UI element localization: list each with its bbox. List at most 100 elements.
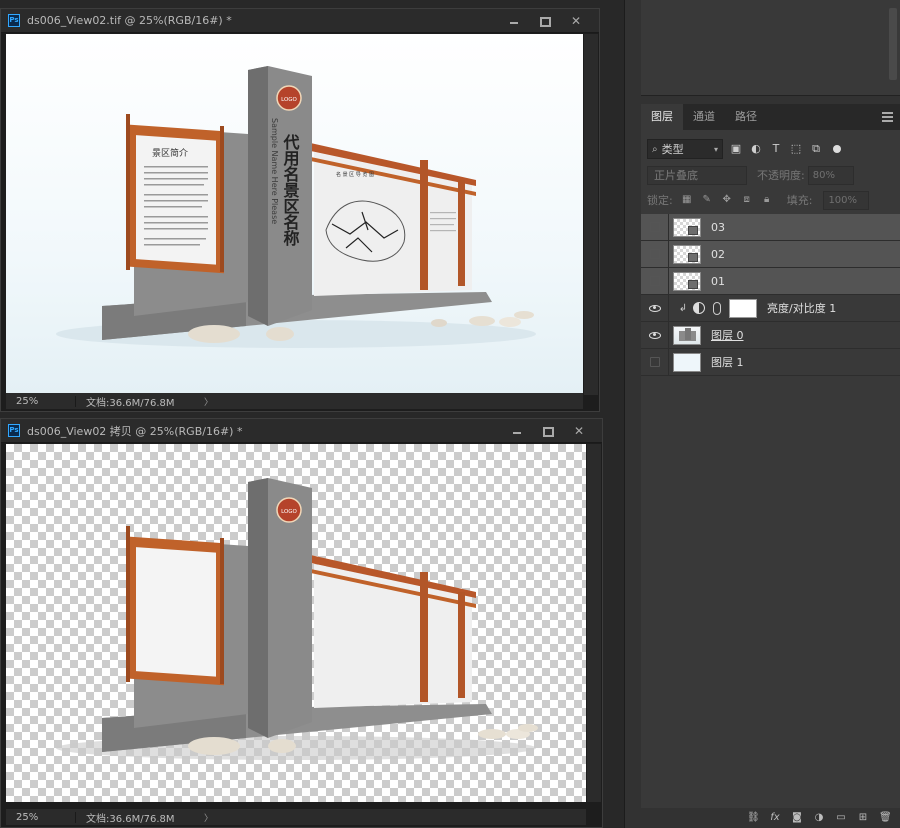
lock-image-icon[interactable]: ✎ [701,194,713,206]
tab-paths[interactable]: 路径 [725,104,767,130]
shape-filter-icon[interactable]: ⬚ [789,142,803,156]
clipping-arrow-icon: ↲ [678,302,688,314]
visibility-toggle[interactable] [641,240,669,268]
layer-name[interactable]: 03 [711,221,725,234]
visibility-toggle[interactable] [641,267,669,295]
link-icon[interactable] [713,301,721,315]
right-panel-dock: 图层 通道 路径 ⌕ 类型 ▾ ▣ ◐ T ⬚ ⧉ 正片叠底 不透明度: 80%… [624,0,900,828]
search-icon: ⌕ [652,143,658,155]
mask-icon[interactable]: ◙ [791,812,803,824]
close-button[interactable]: ✕ [567,13,585,29]
layer-name[interactable]: 02 [711,248,725,261]
lock-artboard-icon[interactable]: ⧈ [741,194,753,206]
vertical-scrollbar[interactable] [584,34,598,395]
canvas[interactable]: 景区简介 名 景 区 导 览 图 LOGO 代用名景区名称 Sample Nam… [6,34,583,395]
layer-name[interactable]: 01 [711,275,725,288]
document-window-1[interactable]: Ps ds006_View02.tif @ 25%(RGB/16#) * ✕ 景… [0,8,600,412]
new-layer-icon[interactable]: ⊞ [857,812,869,824]
visibility-toggle[interactable] [641,321,669,349]
layer-list: 03 02 01 ↲ 亮度/对比度 1 图层 0 图层 1 [641,213,900,376]
document-window-2[interactable]: Ps ds006_View02 拷贝 @ 25%(RGB/16#) * ✕ LO… [0,418,603,828]
layer-name[interactable]: 亮度/对比度 1 [767,300,836,316]
document-size: 文档:36.6M/76.8M [86,813,175,825]
close-button[interactable]: ✕ [570,423,588,439]
left-board-title: 景区简介 [152,147,188,159]
lock-transparent-icon[interactable]: ▦ [681,194,693,206]
layer-thumbnail [673,244,701,264]
visibility-toggle[interactable] [641,213,669,241]
layer-thumbnail [673,271,701,291]
fill-label: 填充: [786,194,813,207]
adjustment-filter-icon[interactable]: ◐ [749,142,763,156]
panel-menu-icon[interactable] [882,112,893,122]
adjustment-icon[interactable]: ◑ [813,812,825,824]
document-tab-1[interactable]: Ps ds006_View02.tif @ 25%(RGB/16#) * ✕ [1,9,599,33]
trash-icon[interactable]: 🗑︎ [879,812,892,824]
document-title: ds006_View02 拷贝 @ 25%(RGB/16#) * [27,424,243,438]
layer-thumbnail [673,352,701,372]
logo-text: LOGO [281,509,297,515]
fill-value: 100% [828,194,858,206]
tab-layers[interactable]: 图层 [641,104,683,130]
layer-row[interactable]: 图层 0 [641,321,900,349]
layer-row[interactable]: 02 [641,240,900,268]
photoshop-icon: Ps [8,14,20,27]
minimize-button[interactable] [508,423,526,439]
layer-row[interactable]: 03 [641,213,900,241]
document-size: 文档:36.6M/76.8M [86,397,175,409]
layer-row[interactable]: 01 [641,267,900,295]
signboard-cutout: LOGO [56,478,538,760]
maximize-button[interactable] [536,13,554,29]
opacity-label: 不透明度: [757,169,805,182]
opacity-value: 80% [812,169,835,181]
lock-all-icon[interactable]: 🔒︎ [761,194,773,206]
vertical-title: 代用名景区名称 [281,133,301,247]
blend-mode-value: 正片叠底 [654,169,698,182]
filter-toggle-icon[interactable] [833,145,841,153]
visibility-toggle[interactable] [641,294,669,322]
photoshop-icon: Ps [8,424,20,437]
eye-off-icon [649,222,660,232]
status-menu-arrow-icon[interactable]: 〉 [204,811,213,824]
fx-icon[interactable]: fx [769,812,781,824]
opacity-input[interactable]: 80% [807,165,854,185]
smart-object-badge-icon [688,252,698,262]
smart-object-badge-icon [688,279,698,289]
type-filter-icon[interactable]: T [769,142,783,156]
filter-kind-select[interactable]: ⌕ 类型 ▾ [647,139,723,159]
vertical-scrollbar[interactable] [587,444,601,802]
link-icon[interactable]: ⛓︎ [747,812,760,824]
pixel-filter-icon[interactable]: ▣ [729,142,743,156]
canvas[interactable]: LOGO [6,444,586,802]
document-title: ds006_View02.tif @ 25%(RGB/16#) * [27,14,232,27]
minimize-button[interactable] [505,13,523,29]
smart-object-filter-icon[interactable]: ⧉ [809,142,823,156]
folder-icon[interactable]: ▭ [835,812,847,824]
status-bar: 25% 文档:36.6M/76.8M 〉 [6,393,583,409]
status-menu-arrow-icon[interactable]: 〉 [204,395,213,408]
layer-row[interactable]: ↲ 亮度/对比度 1 [641,294,900,322]
tab-channels[interactable]: 通道 [683,104,725,130]
lock-row: 锁定: ▦ ✎ ✥ ⧈ 🔒︎ 填充: 100% [647,190,897,210]
layer-name[interactable]: 图层 0 [711,327,744,343]
upper-panel-scrollbar[interactable] [889,8,897,80]
chevron-down-icon: ▾ [713,144,718,154]
lock-label: 锁定: [647,194,673,207]
visibility-toggle[interactable] [641,348,669,376]
signboard-render: 景区简介 名 景 区 导 览 图 LOGO 代用名景区名称 Sample Nam… [56,66,536,348]
blend-mode-select[interactable]: 正片叠底 [647,165,747,185]
lock-position-icon[interactable]: ✥ [721,194,733,206]
filter-kind-value: 类型 [661,143,684,156]
fill-input[interactable]: 100% [823,190,870,210]
layer-row[interactable]: 图层 1 [641,348,900,376]
layer-mask-thumbnail[interactable] [729,298,757,318]
zoom-level[interactable]: 25% [6,395,76,407]
zoom-level[interactable]: 25% [6,811,76,823]
document-tab-2[interactable]: Ps ds006_View02 拷贝 @ 25%(RGB/16#) * ✕ [1,419,602,443]
map-title: 名 景 区 导 览 图 [336,171,374,178]
layer-name[interactable]: 图层 1 [711,354,744,370]
maximize-button[interactable] [539,423,557,439]
layer-thumbnail [673,325,701,345]
upper-panel [641,0,900,96]
layers-panel-footer: ⛓︎ fx ◙ ◑ ▭ ⊞ 🗑︎ [641,808,900,828]
